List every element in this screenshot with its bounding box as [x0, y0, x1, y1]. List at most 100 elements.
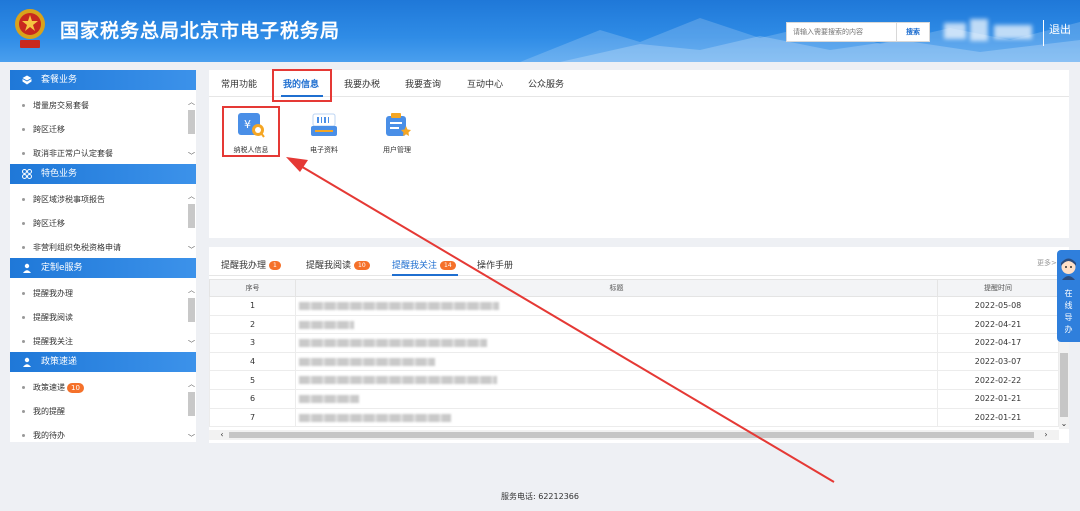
- user-icon: [23, 263, 31, 273]
- row-title-blurred[interactable]: [295, 388, 938, 409]
- table-row[interactable]: 1 2022-05-08: [209, 296, 1059, 316]
- sidebar-item[interactable]: 跨区域涉税事项报告: [10, 188, 196, 212]
- sidebar-item[interactable]: 我的待办: [10, 424, 196, 442]
- reminder-tabs: 提醒我办理 1 提醒我阅读 10 提醒我关注 14 操作手册 更多>: [209, 247, 1069, 276]
- logout-link[interactable]: 退出: [1049, 21, 1071, 37]
- chevron-down-icon[interactable]: ﹀: [187, 340, 196, 348]
- tab-common-functions[interactable]: 常用功能: [221, 77, 257, 90]
- row-number: 6: [209, 388, 296, 409]
- row-title-blurred[interactable]: [295, 370, 938, 390]
- count-badge: 14: [440, 261, 456, 270]
- chevron-up-icon[interactable]: ︿: [187, 98, 196, 106]
- row-time: 2022-01-21: [937, 407, 1059, 428]
- row-title-blurred[interactable]: [295, 296, 938, 316]
- logout-separator: [1043, 20, 1044, 46]
- search-input[interactable]: [786, 22, 897, 42]
- scrollbar-thumb[interactable]: [188, 204, 195, 228]
- row-title-blurred[interactable]: [295, 314, 938, 335]
- tab-tax-handling[interactable]: 我要办税: [344, 77, 380, 90]
- sidebar-section-package: 套餐业务 增量房交易套餐 跨区迁移 取消非正常户认定套餐 ︿ ﹀: [10, 70, 196, 164]
- chevron-down-icon[interactable]: ⌄: [1059, 419, 1069, 429]
- sidebar-item[interactable]: 提醒我阅读: [10, 306, 196, 330]
- row-time: 2022-02-22: [937, 370, 1059, 390]
- sidebar-item[interactable]: 增量房交易套餐: [10, 94, 196, 118]
- sidebar-section-header[interactable]: 政策速递: [10, 352, 196, 372]
- row-time: 2022-03-07: [937, 351, 1059, 372]
- sidebar-item[interactable]: 跨区迁移: [10, 212, 196, 236]
- sidebar-item-label: 提醒我办理: [33, 289, 73, 298]
- chevron-up-icon[interactable]: ︿: [187, 192, 196, 200]
- sidebar-item[interactable]: 提醒我关注: [10, 330, 196, 352]
- scrollbar-thumb[interactable]: [188, 298, 195, 322]
- user-icon: [23, 357, 31, 367]
- sidebar-item[interactable]: 非营利组织免税资格申请: [10, 236, 196, 258]
- sidebar-item-label: 跨区域涉税事项报告: [33, 195, 105, 204]
- row-title-blurred[interactable]: [295, 351, 938, 372]
- table-row[interactable]: 7 2022-01-21: [209, 407, 1059, 428]
- app-user-management[interactable]: 用户管理: [367, 110, 427, 155]
- sidebar-item[interactable]: 跨区迁移: [10, 118, 196, 142]
- tab-query[interactable]: 我要查询: [405, 77, 441, 90]
- tab-operation-manual[interactable]: 操作手册: [477, 258, 513, 271]
- count-badge: 1: [269, 261, 281, 270]
- row-title-blurred[interactable]: [295, 333, 938, 353]
- table-row[interactable]: 5 2022-02-22: [209, 370, 1059, 390]
- sidebar-scrollbar[interactable]: ︿ ﹀: [187, 378, 196, 442]
- row-number: 3: [209, 333, 296, 353]
- table-row[interactable]: 3 2022-04-17: [209, 333, 1059, 353]
- table-row[interactable]: 2 2022-04-21: [209, 314, 1059, 335]
- scrollbar-thumb[interactable]: [188, 110, 195, 134]
- tab-remind-read[interactable]: 提醒我阅读 10: [306, 258, 370, 271]
- row-time: 2022-05-08: [937, 296, 1059, 316]
- site-title[interactable]: 国家税务总局北京市电子税务局: [60, 16, 340, 43]
- sidebar-section-header[interactable]: 定制e服务: [10, 258, 196, 278]
- sidebar-scrollbar[interactable]: ︿ ﹀: [187, 284, 196, 350]
- more-link[interactable]: 更多>: [1037, 258, 1057, 268]
- tab-interaction[interactable]: 互动中心: [467, 77, 503, 90]
- chevron-up-icon[interactable]: ︿: [187, 380, 196, 388]
- tab-remind-handle[interactable]: 提醒我办理 1: [221, 258, 281, 271]
- count-badge: 10: [354, 261, 370, 270]
- user-management-icon: [386, 113, 411, 136]
- table-horizontal-scrollbar[interactable]: ‹ ›: [209, 430, 1059, 440]
- tab-remind-follow[interactable]: 提醒我关注 14: [392, 258, 456, 271]
- sidebar-section-title: 套餐业务: [41, 75, 78, 85]
- chevron-right-icon[interactable]: ›: [1041, 430, 1051, 440]
- sidebar-item[interactable]: 取消非正常户认定套餐: [10, 142, 196, 164]
- chevron-left-icon[interactable]: ‹: [217, 430, 227, 440]
- bullet-icon: [22, 222, 25, 225]
- bullet-icon: [22, 434, 25, 437]
- chevron-down-icon[interactable]: ﹀: [187, 246, 196, 254]
- tab-label: 提醒我关注: [392, 261, 438, 271]
- row-time: 2022-04-21: [937, 314, 1059, 335]
- policy-count-badge: 10: [67, 382, 84, 393]
- sidebar-item[interactable]: 政策速递 10: [10, 376, 196, 400]
- sidebar-item[interactable]: 我的提醒: [10, 400, 196, 424]
- row-title-blurred[interactable]: [295, 407, 938, 428]
- chevron-down-icon[interactable]: ﹀: [187, 152, 196, 160]
- tab-highlight-box: [272, 69, 332, 102]
- scrollbar-thumb[interactable]: [1060, 353, 1068, 417]
- row-time: 2022-01-21: [937, 388, 1059, 409]
- sidebar-item-label: 增量房交易套餐: [33, 101, 89, 110]
- app-e-document[interactable]: 电子资料: [294, 110, 354, 155]
- bullet-icon: [22, 410, 25, 413]
- sidebar-scrollbar[interactable]: ︿ ﹀: [187, 190, 196, 256]
- header: 国家税务总局北京市电子税务局 搜索 退出: [0, 0, 1080, 62]
- search-button[interactable]: 搜索: [897, 22, 930, 42]
- scrollbar-thumb[interactable]: [229, 432, 1034, 438]
- row-number: 1: [209, 296, 296, 316]
- table-row[interactable]: 4 2022-03-07: [209, 351, 1059, 372]
- chevron-down-icon[interactable]: ﹀: [187, 434, 196, 442]
- chevron-up-icon[interactable]: ︿: [187, 286, 196, 294]
- sidebar-section-header[interactable]: 特色业务: [10, 164, 196, 184]
- scrollbar-thumb[interactable]: [188, 392, 195, 416]
- online-guide-widget[interactable]: 在线导办: [1057, 250, 1080, 342]
- sidebar-scrollbar[interactable]: ︿ ﹀: [187, 96, 196, 162]
- row-number: 4: [209, 351, 296, 372]
- bullet-icon: [22, 246, 25, 249]
- sidebar-item[interactable]: 提醒我办理: [10, 282, 196, 306]
- table-row[interactable]: 6 2022-01-21: [209, 388, 1059, 409]
- sidebar-section-header[interactable]: 套餐业务: [10, 70, 196, 90]
- tab-public-service[interactable]: 公众服务: [528, 77, 564, 90]
